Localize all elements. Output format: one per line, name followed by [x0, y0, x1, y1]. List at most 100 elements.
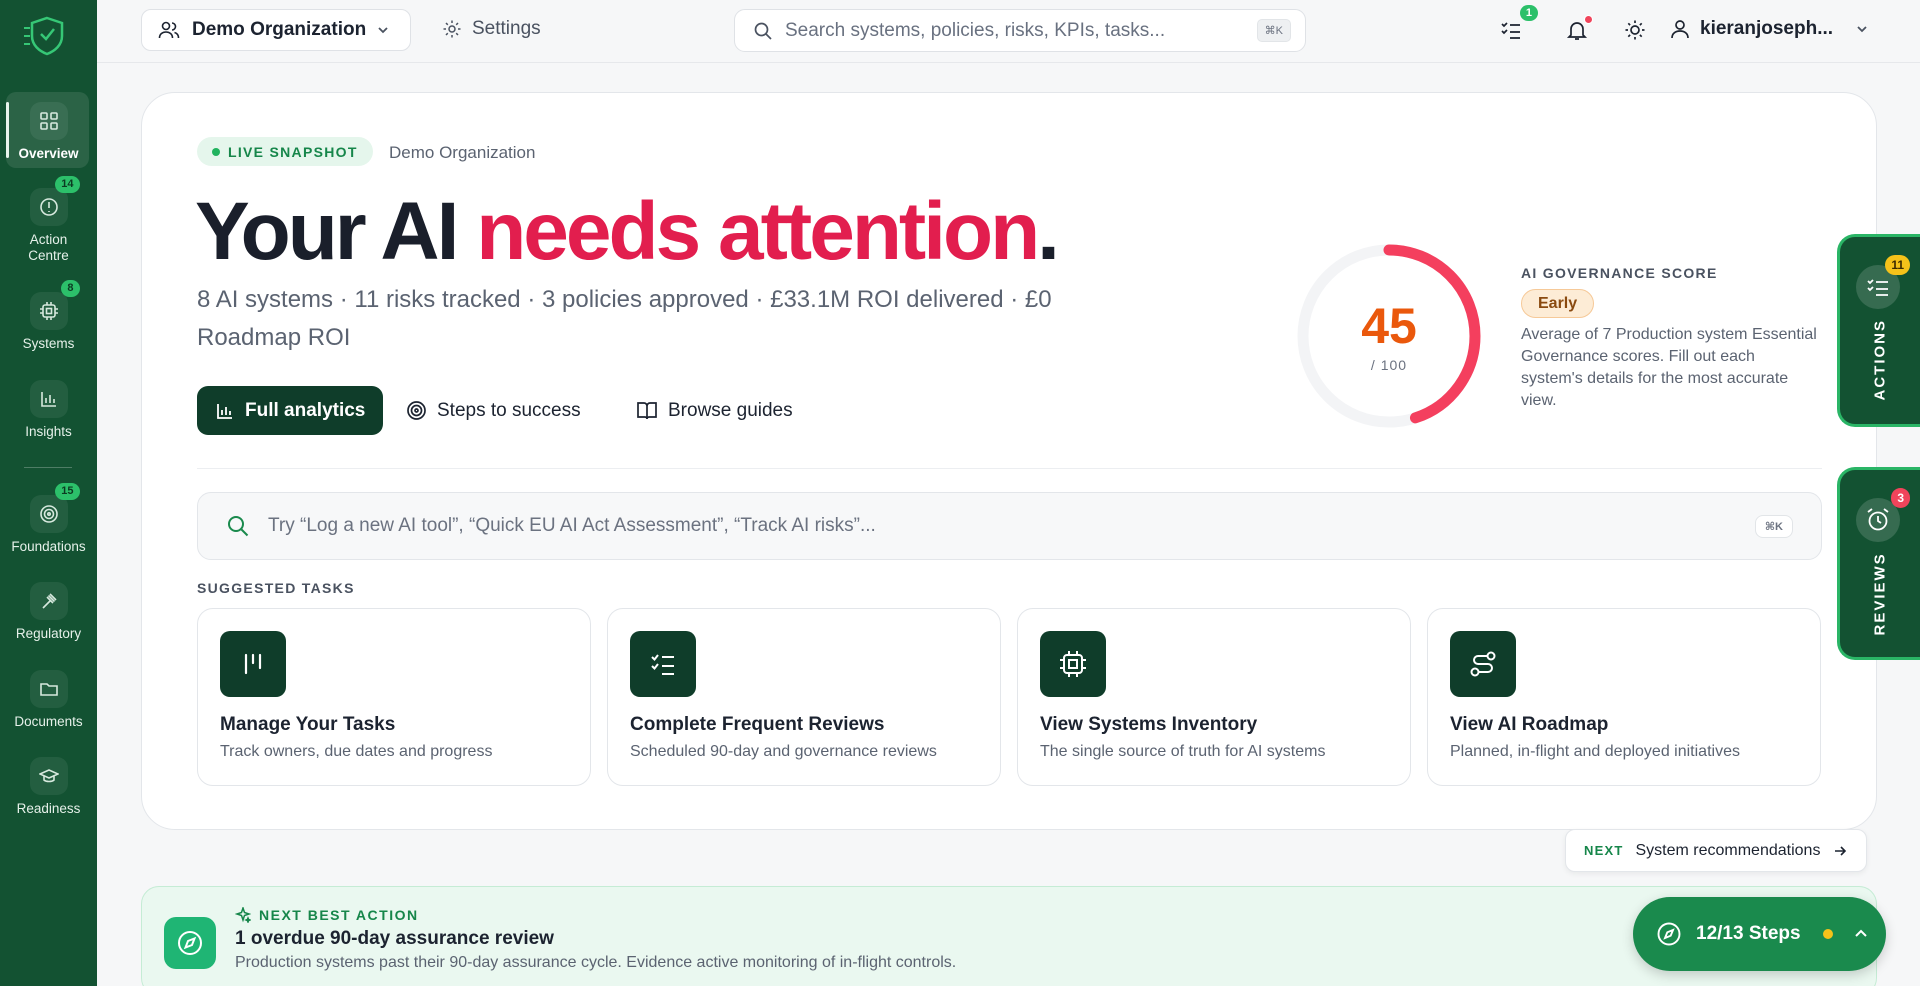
- sidebar-item-label: Systems: [22, 336, 75, 351]
- notifications-button[interactable]: [1564, 15, 1593, 43]
- alarm-clock-icon: 3: [1856, 488, 1910, 542]
- folder-icon: [29, 670, 68, 708]
- user-menu[interactable]: kieranjoseph...: [1670, 18, 1869, 40]
- notification-dot: [1584, 15, 1593, 24]
- sidebar-item-label: Documents: [14, 714, 83, 729]
- sidebar-item-systems[interactable]: 8 Systems: [0, 280, 97, 352]
- sidebar-item-readiness[interactable]: Readiness: [0, 757, 97, 817]
- task-card-title: Manage Your Tasks: [220, 714, 396, 735]
- live-snapshot-badge: LIVE SNAPSHOT: [197, 137, 373, 166]
- compass-icon: [164, 917, 216, 969]
- steps-status-dot: [1822, 929, 1833, 939]
- sidebar-item-action-centre[interactable]: 14 Action Centre: [0, 176, 97, 264]
- governance-score-title: AI GOVERNANCE SCORE: [1521, 265, 1718, 281]
- next-best-action-title: 1 overdue 90-day assurance review: [235, 928, 554, 949]
- command-search-shortcut: ⌘K: [1754, 515, 1793, 538]
- global-search-placeholder: Search systems, policies, risks, KPIs, t…: [785, 19, 1166, 41]
- hero-card: LIVE SNAPSHOT Demo Organization Your AI …: [141, 92, 1877, 830]
- sidebar: Overview 14 Action Centre 8 Systems Insi…: [0, 0, 97, 986]
- action-centre-badge: 14: [55, 176, 80, 193]
- sidebar-item-documents[interactable]: Documents: [0, 670, 97, 730]
- chevron-down-icon: [1857, 26, 1867, 33]
- chip-icon: 8: [29, 280, 80, 330]
- sidebar-item-overview[interactable]: Overview: [0, 92, 97, 168]
- governance-score-max: / 100: [1370, 357, 1408, 373]
- target-icon: 15: [29, 483, 80, 533]
- sidebar-item-insights[interactable]: Insights: [0, 380, 97, 440]
- headline-highlight: needs attention: [476, 186, 1040, 277]
- next-recommendation-label: System recommendations: [1635, 841, 1821, 859]
- alert-circle-icon: 14: [29, 176, 80, 226]
- command-search-input[interactable]: Try “Log a new AI tool”, “Quick EU AI Ac…: [197, 492, 1822, 560]
- bar-chart-icon: [217, 403, 232, 419]
- search-icon: [228, 516, 249, 537]
- actions-badge: 11: [1885, 255, 1910, 275]
- graduation-cap-icon: [29, 757, 68, 795]
- search-shortcut: ⌘K: [1256, 19, 1291, 42]
- next-best-action-subtitle: Production systems past their 90-day ass…: [235, 954, 957, 971]
- bar-chart-icon: [29, 380, 68, 418]
- compass-icon: [1657, 922, 1681, 946]
- full-analytics-button[interactable]: Full analytics: [197, 386, 384, 435]
- task-card-frequent-reviews[interactable]: Complete Frequent Reviews Scheduled 90-d…: [607, 608, 1001, 786]
- chip-icon: [1040, 631, 1106, 697]
- target-icon: [407, 401, 426, 420]
- tasks-button[interactable]: 1: [1498, 5, 1538, 43]
- sidebar-item-foundations[interactable]: 15 Foundations: [0, 483, 97, 555]
- next-best-action-card[interactable]: NEXT BEST ACTION 1 overdue 90-day assura…: [141, 886, 1877, 986]
- checklist-icon: [1501, 22, 1520, 39]
- steps-progress-button[interactable]: 12/13 Steps: [1633, 897, 1886, 971]
- sidebar-item-regulatory[interactable]: Regulatory: [0, 582, 97, 642]
- sun-icon: [1625, 20, 1645, 40]
- org-switcher[interactable]: Demo Organization: [141, 9, 411, 51]
- actions-tab-label: ACTIONS: [1871, 319, 1889, 401]
- sparkles-icon: [235, 907, 251, 923]
- actions-side-tab[interactable]: 11 ACTIONS: [1837, 234, 1920, 427]
- reviews-badge: 3: [1891, 488, 1910, 508]
- grid-icon: [29, 102, 68, 140]
- hero-divider: [197, 468, 1822, 469]
- systems-badge: 8: [61, 280, 80, 297]
- shield-logo-icon[interactable]: [22, 14, 72, 56]
- snapshot-org-name: Demo Organization: [389, 143, 536, 162]
- route-icon: [1450, 631, 1516, 697]
- tasks-badge: 1: [1519, 5, 1538, 21]
- task-card-title: View AI Roadmap: [1450, 714, 1609, 735]
- browse-guides-button[interactable]: Browse guides: [636, 386, 793, 435]
- headline-part-1: Your AI: [195, 186, 477, 277]
- task-card-ai-roadmap[interactable]: View AI Roadmap Planned, in-flight and d…: [1427, 608, 1821, 786]
- steps-to-success-button[interactable]: Steps to success: [406, 386, 581, 435]
- theme-toggle-button[interactable]: [1622, 17, 1648, 43]
- sidebar-item-label: Action Centre: [28, 232, 69, 263]
- sidebar-item-label: Overview: [18, 146, 79, 161]
- next-prefix: NEXT: [1584, 843, 1624, 858]
- task-card-title: View Systems Inventory: [1040, 714, 1258, 735]
- governance-score-value: 45: [1361, 298, 1417, 354]
- topbar: Demo Organization Settings Search system…: [97, 0, 1920, 63]
- sidebar-item-label: Insights: [25, 424, 72, 439]
- kanban-icon: [220, 631, 286, 697]
- live-indicator-dot: [212, 147, 220, 156]
- command-search-placeholder: Try “Log a new AI tool”, “Quick EU AI Ac…: [268, 515, 876, 536]
- task-card-subtitle: Scheduled 90-day and governance reviews: [630, 743, 937, 760]
- governance-maturity-badge: Early: [1521, 289, 1595, 318]
- sidebar-item-label: Readiness: [16, 801, 81, 816]
- settings-label: Settings: [472, 18, 541, 39]
- sidebar-item-label: Regulatory: [15, 626, 82, 641]
- next-best-action-label: NEXT BEST ACTION: [259, 907, 419, 923]
- task-card-subtitle: Planned, in-flight and deployed initiati…: [1450, 743, 1740, 760]
- governance-score-ring: 45 / 100: [1294, 241, 1484, 431]
- reviews-tab-label: REVIEWS: [1871, 552, 1889, 636]
- reviews-side-tab[interactable]: 3 REVIEWS: [1837, 467, 1920, 660]
- steps-progress-label: 12/13 Steps: [1696, 923, 1801, 944]
- task-card-manage-tasks[interactable]: Manage Your Tasks Track owners, due date…: [197, 608, 591, 786]
- next-recommendation-link[interactable]: NEXT System recommendations: [1565, 829, 1868, 872]
- page-headline: Your AI needs attention.: [195, 185, 1060, 279]
- user-icon: [1671, 20, 1689, 39]
- summary-stats: 8 AI systems · 11 risks tracked · 3 poli…: [197, 286, 1052, 351]
- gear-icon: [443, 20, 461, 38]
- settings-link[interactable]: Settings: [442, 18, 541, 40]
- global-search-input[interactable]: Search systems, policies, risks, KPIs, t…: [734, 9, 1306, 52]
- steps-to-success-label: Steps to success: [437, 399, 581, 421]
- task-card-systems-inventory[interactable]: View Systems Inventory The single source…: [1017, 608, 1411, 786]
